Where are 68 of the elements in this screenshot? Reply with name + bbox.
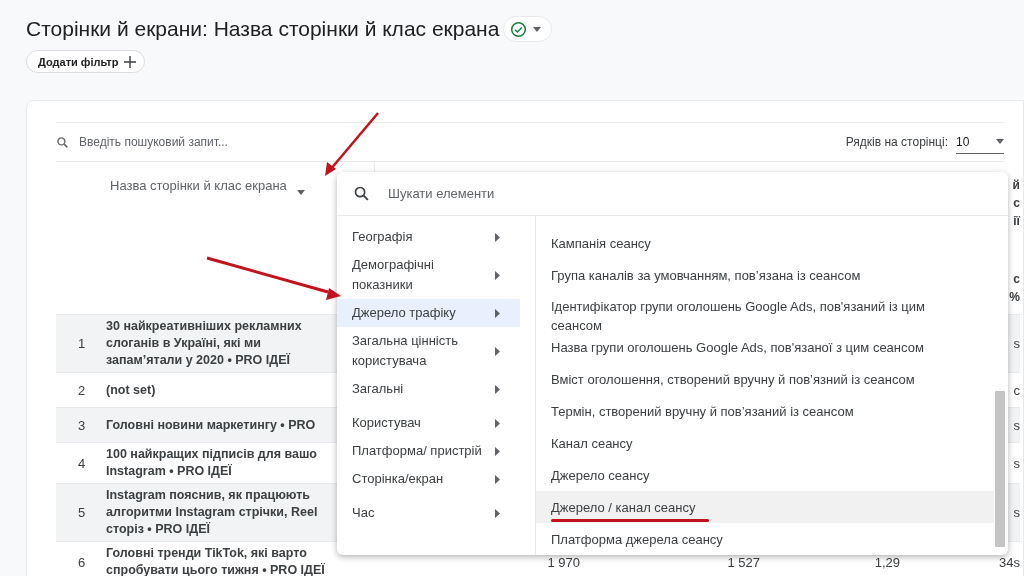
column-header-fragment: й [1012, 177, 1020, 194]
row-number: 2 [77, 382, 86, 398]
chevron-right-icon [495, 308, 500, 318]
row-number: 4 [77, 455, 86, 471]
rows-per-page-label: Рядків на сторінці: [845, 135, 948, 149]
row-number: 6 [77, 554, 86, 570]
search-icon [56, 135, 69, 149]
chevron-right-icon [495, 508, 500, 518]
check-circle-icon [510, 20, 528, 38]
scrollbar-thumb[interactable] [995, 391, 1005, 547]
row-number: 1 [77, 336, 86, 351]
dimension-item[interactable]: Термін, створений вручну й пов’язаний із сеансом [536, 395, 994, 427]
category-item[interactable]: Час [337, 499, 520, 527]
metric-value: s [1013, 505, 1020, 520]
caret-icon [533, 26, 542, 32]
dimension-item[interactable]: Джерело / канал сеансу [536, 491, 994, 523]
page-title-cell: Головні тренди TikTok, які варто спробувати цього тижня • PRO ІДЕЇ [106, 545, 325, 576]
row-number: 5 [77, 505, 86, 520]
metric-value: 1 527 [727, 554, 760, 570]
metric-value: 34s [999, 554, 1020, 570]
chevron-right-icon [495, 384, 500, 394]
search-icon [353, 185, 370, 202]
metric-value: 1,29 [874, 554, 900, 570]
dimension-item[interactable]: Канал сеансу [536, 427, 994, 459]
column-header-fragment: с [1013, 271, 1020, 288]
metric-value: 1 970 [547, 554, 580, 570]
metric-value: s [1013, 417, 1020, 433]
dimension-item[interactable]: Вміст оголошення, створений вручну й пов’язний із сеансом [536, 363, 994, 395]
annotation-arrow [325, 112, 379, 176]
category-item[interactable]: Платформа/ пристрій [337, 437, 520, 465]
plus-icon [124, 55, 137, 68]
page-title-cell: Головні новини маркетингу • PRO [106, 416, 316, 434]
column-header-fragment: % [1009, 289, 1020, 306]
menu-search-field[interactable]: Шукати елементи [388, 186, 495, 201]
caret-icon [296, 190, 305, 195]
dimension-item[interactable]: Платформа джерела сеансу [536, 523, 994, 555]
chevron-right-icon [495, 232, 500, 242]
row-number: 3 [77, 417, 86, 433]
metric-value: с [1013, 382, 1020, 398]
chevron-right-icon [495, 418, 500, 428]
chevron-right-icon [495, 474, 500, 484]
column-header-fragment: ії [1013, 213, 1020, 230]
column-header-fragment: с [1013, 195, 1020, 212]
dimension-item[interactable]: Група каналів за умовчанням, пов’язана із сеансом [536, 259, 994, 291]
page-title: Сторінки й екрани: Назва сторінки й клас екрана [26, 17, 500, 41]
rows-per-page-select[interactable]: 10 [956, 130, 1004, 154]
page-title-cell: Instagram пояснив, як працюють алгоритми Instagram стрічки, Reel сторіз • PRO ІДЕЇ [106, 487, 318, 538]
table-search-field[interactable]: Введіть пошуковий запит... [79, 135, 846, 149]
metric-value: s [1013, 455, 1020, 471]
category-item[interactable]: Джерело трафіку [337, 299, 520, 327]
dimension-item[interactable]: Кампанія сеансу [536, 227, 994, 259]
caret-icon [996, 139, 1004, 144]
dimension-item[interactable]: Джерело сеансу [536, 459, 994, 491]
page-title-cell: 100 найкращих підписів для вашо Instagram • PRO ІДЕЇ [106, 446, 317, 480]
category-item[interactable]: Загальні [337, 375, 520, 403]
add-filter-button[interactable]: Додати фільтр [26, 50, 146, 73]
metric-value: s [1013, 336, 1020, 351]
chevron-right-icon [495, 446, 500, 456]
category-item[interactable]: Сторінка/екран [337, 465, 520, 493]
category-item[interactable]: Загальна цінність користувача [337, 327, 520, 375]
status-button[interactable] [503, 16, 553, 42]
dimension-item[interactable]: Назва групи оголошень Google Ads, пов'язаної з цим сеансом [536, 331, 994, 363]
category-item[interactable]: Користувач [337, 409, 520, 437]
page-title-cell: 30 найкреативніших рекламних слоганів в Україні, які ми запам’ятали у 2020 • PRO ІДЕЇ [106, 318, 302, 369]
dimension-item[interactable]: Ідентифікатор групи оголошень Google Ads, пов'язаний із цим сеансом [536, 291, 994, 331]
page-title-cell: (not set) [106, 381, 156, 399]
chevron-right-icon [495, 346, 500, 356]
chevron-right-icon [495, 270, 500, 280]
